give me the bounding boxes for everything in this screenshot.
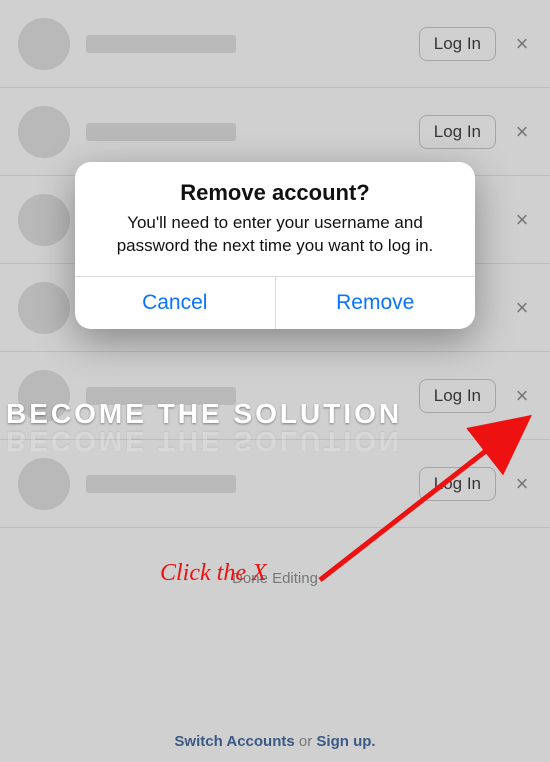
account-name (86, 475, 419, 493)
dialog-buttons: Cancel Remove (75, 276, 475, 329)
annotation-text: Click the X (160, 560, 267, 587)
account-name (86, 123, 419, 141)
remove-account-dialog: Remove account? You'll need to enter you… (75, 162, 475, 329)
avatar (18, 194, 70, 246)
avatar (18, 106, 70, 158)
avatar (18, 282, 70, 334)
watermark: BECOME THE SOLUTION BECOME THE SOLUTION (6, 398, 402, 457)
done-editing-button[interactable]: Done Editing (0, 570, 550, 587)
avatar (18, 458, 70, 510)
login-button[interactable]: Log In (419, 27, 496, 61)
remove-account-icon[interactable]: × (506, 471, 538, 497)
login-button[interactable]: Log In (419, 379, 496, 413)
login-button[interactable]: Log In (419, 467, 496, 501)
switch-accounts-link[interactable]: Switch Accounts (174, 733, 294, 750)
remove-button[interactable]: Remove (275, 277, 476, 329)
cancel-button[interactable]: Cancel (75, 277, 275, 329)
account-row: Log In × (0, 0, 550, 88)
avatar (18, 18, 70, 70)
remove-account-icon[interactable]: × (506, 119, 538, 145)
dialog-message: You'll need to enter your username and p… (75, 212, 475, 276)
account-name (86, 35, 419, 53)
dialog-title: Remove account? (75, 162, 475, 212)
remove-account-icon[interactable]: × (506, 383, 538, 409)
remove-account-icon[interactable]: × (506, 207, 538, 233)
signup-link[interactable]: Sign up. (316, 733, 375, 750)
footer-or: or (295, 733, 317, 750)
login-button[interactable]: Log In (419, 115, 496, 149)
screen: { "accounts": [ {"login_label":"Log In"}… (0, 0, 550, 762)
remove-account-icon[interactable]: × (506, 295, 538, 321)
remove-account-icon[interactable]: × (506, 31, 538, 57)
watermark-reflection: BECOME THE SOLUTION (6, 425, 402, 457)
footer: Switch Accounts or Sign up. (0, 733, 550, 750)
